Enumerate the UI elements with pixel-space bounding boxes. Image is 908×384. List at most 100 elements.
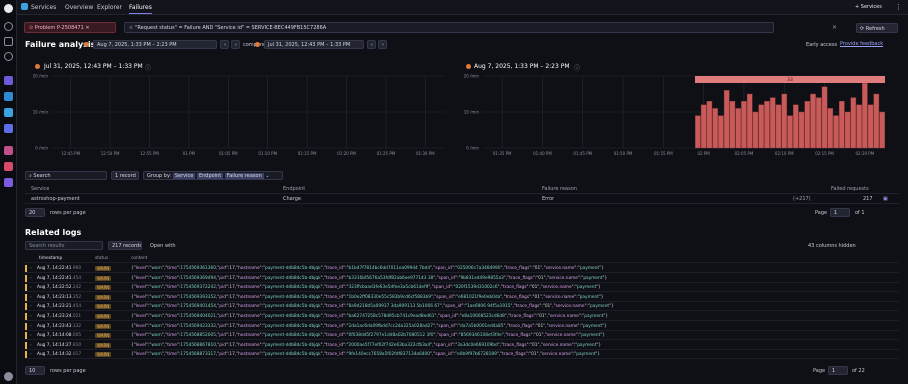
provide-feedback-link[interactable]: Provide feedback [840,41,883,47]
col-content[interactable]: content [131,254,147,262]
log-row[interactable]: › Aug 7, 14:23:43.332 WARN {"level":"warn",… [25,322,899,331]
services-app-icon [21,3,28,10]
top-nav: Services Overview Explorer Failures + Se… [17,0,908,15]
columns-hidden-button[interactable]: 43 columns hidden [808,243,856,249]
range2-prev-button[interactable]: ‹ [367,40,376,49]
failure-bar [816,97,822,149]
y-tick-label: 20 /min [33,74,49,79]
failure-bar [718,115,724,149]
log-span: e0b9f97b6728189 [457,352,497,358]
warn-level-bar [25,313,27,320]
group-chip-endpoint[interactable]: Endpoint [196,173,224,179]
app-icon-7[interactable] [4,178,13,187]
log-search-input[interactable]: Search results [25,241,103,250]
log-row[interactable]: › Aug 7, 14:14:32.017 WARN {"level":"warn",… [25,350,899,360]
col-failed-requests[interactable]: Failed requests [831,184,869,194]
log-ms: .021 [71,314,82,319]
log-row[interactable]: › Aug 7, 14:22:41.454 WARN {"level":"warn",… [25,274,899,283]
expand-icon[interactable]: › [30,322,32,330]
col-timestamp[interactable]: timestamp [39,254,62,262]
breadcrumb-services[interactable]: Services [31,4,56,11]
app-icon-5[interactable] [4,146,13,155]
log-span: da7a5b0001ed4a85 [460,323,504,329]
dynatrace-logo-icon[interactable] [4,4,13,13]
refresh-button[interactable]: ⟳ Refresh [856,23,898,33]
add-services-button[interactable]: + Services [852,3,885,12]
col-service[interactable]: Service [31,184,49,194]
filter-query: "Request status" = Failure AND "Service … [135,25,327,31]
failure-bar [856,104,862,149]
failure-bar [746,93,753,149]
group-chip-failure-reason[interactable]: Failure reason [224,173,264,179]
log-content: {"level":"warn","time":1754569393352,"pi… [131,294,604,300]
log-content: {"level":"warn","time":1754569401454,"pi… [131,304,614,310]
log-ms: .454 [71,275,82,281]
expand-icon[interactable]: › [30,264,32,272]
refresh-label: Refresh [865,26,885,32]
open-with-button[interactable]: Open with [150,243,176,249]
log-ms: .017 [71,352,82,358]
log-row[interactable]: › Aug 7, 14:23:13.352 WARN {"level":"warn",… [25,293,899,302]
app-icon-1[interactable] [4,76,13,85]
tab-explorer[interactable]: Explorer [97,4,122,11]
log-date: Aug 7, 14:22:52 [37,285,72,291]
log-span: 1ae6906 94f5a1915 [466,304,511,310]
log-row[interactable]: › Aug 7, 14:14:27.810 WARN {"level":"warn",… [25,341,899,350]
x-tick-label: 01:10 PM [258,151,277,156]
app-icon-4[interactable] [4,124,13,133]
search-input[interactable]: ⌕ Search [25,171,107,180]
endpoint-cell: Charge [283,196,301,202]
expand-icon[interactable]: › [30,350,32,358]
status-badge: WARN [95,352,112,358]
expand-icon[interactable]: › [30,341,32,349]
range1-selector[interactable]: Aug 7, 2025, 1:33 PM – 2:23 PM [93,40,217,49]
plus-icon[interactable] [4,52,13,61]
x-tick-label: 02:05 PM [735,151,754,156]
tab-overview[interactable]: Overview [65,4,93,11]
group-by-control[interactable]: Group by: Service Endpoint Failure reaso… [143,171,283,180]
more-menu-icon[interactable]: ⋮ [895,3,902,11]
log-row[interactable]: › Aug 7, 14:22:52.242 WARN {"level":"warn",… [25,283,899,293]
x-tick-label: 01:35 PM [493,151,512,156]
filter-input[interactable]: ⚟ "Request status" = Failure AND "Servic… [124,22,774,33]
grid-icon[interactable] [4,37,13,46]
table-row[interactable]: astroshop-payment Charge Error (+217) 21… [25,194,899,204]
app-icon-6[interactable] [4,162,13,171]
col-failure-reason[interactable]: Failure reason [542,184,577,194]
col-status[interactable]: status [95,254,108,262]
col-endpoint[interactable]: Endpoint [283,184,305,194]
clear-filter-icon[interactable]: ✕ [832,24,837,31]
app-icon-3[interactable] [4,108,13,117]
log-row[interactable]: › Aug 7, 14:14:08.005 WARN {"level":"warn",… [25,331,899,341]
log-row[interactable]: › Aug 7, 14:22:41.960 WARN {"level":"warn",… [25,264,899,273]
range1-prev-button[interactable]: ‹ [220,40,229,49]
app-icon-2[interactable] [4,92,13,101]
range2-selector[interactable]: Jul 31, 2025, 12:43 PM – 1:33 PM [264,40,364,49]
page-select[interactable]: 1 [830,208,850,217]
log-timestamp: Aug 7, 14:22:41.960 [37,264,81,272]
group-chip-service[interactable]: Service [172,173,196,179]
rows-per-page-select[interactable]: 20 [25,208,45,217]
user-avatar[interactable] [4,372,13,381]
expand-icon[interactable]: › [30,274,32,282]
expand-icon[interactable]: › [30,283,32,291]
log-page-select[interactable]: 1 [828,366,848,375]
log-span: 3a3dc0e669109bd [457,342,498,348]
tab-failures[interactable]: Failures [129,4,152,14]
row-chart-icon[interactable]: ▣ [883,194,888,204]
range1-next-button[interactable]: › [231,40,240,49]
expand-icon[interactable]: › [30,331,32,339]
log-date: Aug 7, 14:14:32 [37,352,72,358]
expand-icon[interactable]: › [30,302,32,310]
log-rows-per-page-select[interactable]: 10 [25,366,45,375]
service-cell[interactable]: astroshop-payment [31,194,80,204]
problem-chip[interactable]: ⊘ Problem P-2508471 ✕ [24,22,116,33]
range2-next-button[interactable]: › [378,40,387,49]
search-icon[interactable] [4,22,13,31]
log-row[interactable]: › Aug 7, 14:23:24.021 WARN {"level":"warn",… [25,312,899,321]
status-badge: WARN [95,304,112,310]
failure-bar [695,115,701,149]
expand-icon[interactable]: › [30,312,32,320]
expand-icon[interactable]: › [30,293,32,301]
log-row[interactable]: › Aug 7, 14:23:21.454 WARN {"level":"warn",… [25,302,899,312]
